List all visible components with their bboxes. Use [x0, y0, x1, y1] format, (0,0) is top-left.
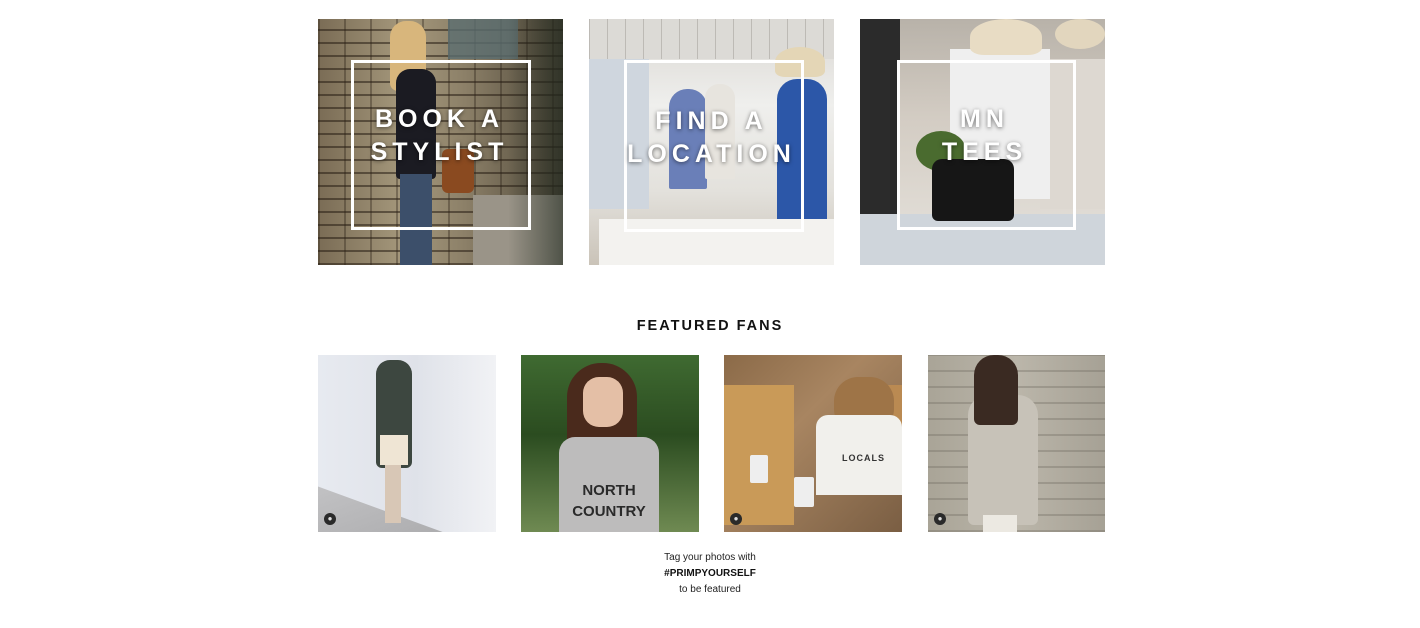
caption-line1: Tag your photos with: [664, 552, 756, 563]
featured-caption: Tag your photos with #PRIMPYOURSELF to b…: [0, 550, 1420, 598]
fan-photo-1[interactable]: ●: [318, 355, 496, 532]
mn-tees-tile[interactable]: MN TEES: [860, 19, 1105, 265]
fan-tee-text: NORTH COUNTRY: [569, 480, 649, 522]
fan-photo-2[interactable]: NORTH COUNTRY: [521, 355, 699, 532]
caption-line3: to be featured: [679, 584, 741, 595]
promo-row: BOOK A STYLIST FIND A LOCATION MN TEES: [318, 19, 1105, 265]
fan-photo-image: [318, 355, 496, 532]
promo-line2: LOCATION: [627, 140, 796, 168]
find-a-location-label: FIND A LOCATION: [589, 105, 834, 171]
book-a-stylist-label: BOOK A STYLIST: [318, 103, 563, 169]
fan-photo-4[interactable]: ●: [928, 355, 1105, 532]
promo-line1: MN: [960, 105, 1009, 133]
promo-line1: FIND A: [655, 107, 768, 135]
fan-photo-image: [928, 355, 1105, 532]
promo-line1: BOOK A: [374, 105, 505, 133]
user-icon: ●: [324, 513, 336, 525]
user-icon: ●: [934, 513, 946, 525]
book-a-stylist-tile[interactable]: BOOK A STYLIST: [318, 19, 563, 265]
caption-hashtag: #PRIMPYOURSELF: [664, 568, 756, 579]
fan-tee-line2: COUNTRY: [572, 503, 646, 520]
featured-fans-title: FEATURED FANS: [636, 318, 784, 334]
mn-tees-label: MN TEES: [864, 103, 1105, 169]
promo-line2: STYLIST: [370, 138, 509, 166]
featured-fans-grid: ● NORTH COUNTRY LOCALS ● ●: [318, 355, 1105, 532]
fan-tee-text: LOCALS: [842, 453, 885, 463]
fan-photo-image: NORTH COUNTRY: [521, 355, 699, 532]
fan-photo-3[interactable]: LOCALS ●: [724, 355, 902, 532]
fan-tee-line1: NORTH: [582, 482, 636, 499]
find-a-location-tile[interactable]: FIND A LOCATION: [589, 19, 834, 265]
user-icon: ●: [730, 513, 742, 525]
promo-line2: TEES: [941, 138, 1028, 166]
fan-photo-image: LOCALS: [724, 355, 902, 532]
